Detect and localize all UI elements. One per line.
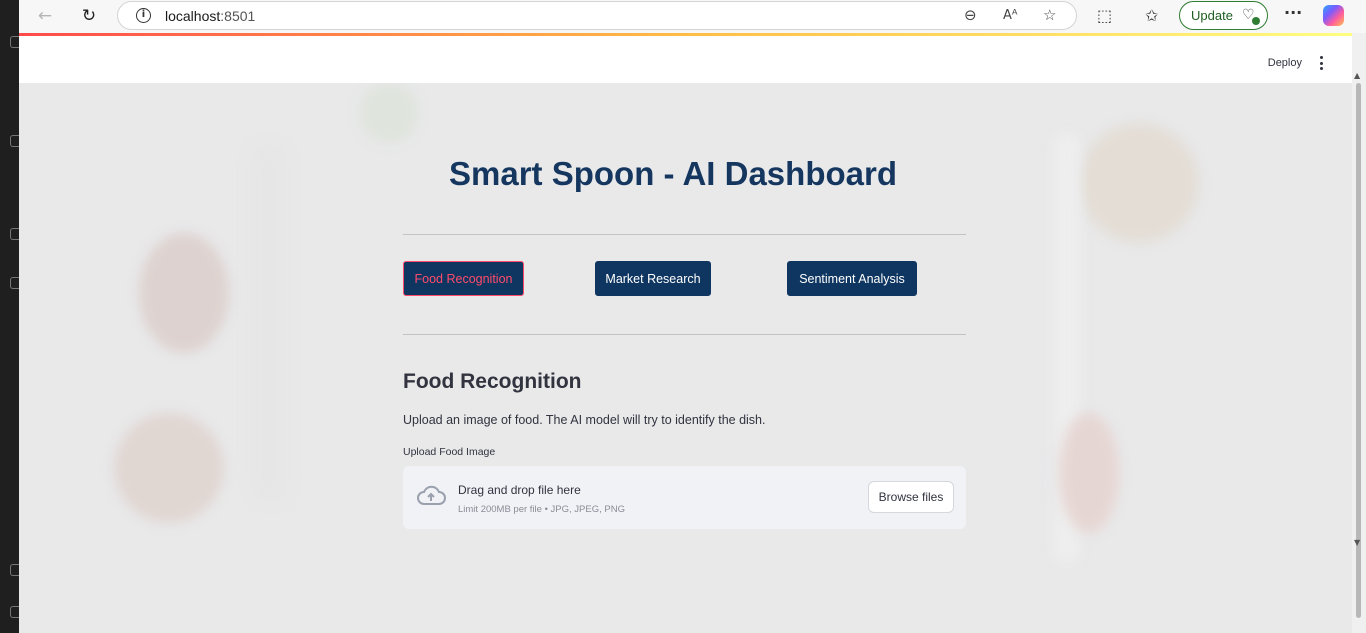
zoom-out-icon[interactable]: ⊖ (964, 6, 977, 24)
scroll-up-icon[interactable]: ▲ (1354, 71, 1360, 80)
dropzone-limit-text: Limit 200MB per file • JPG, JPEG, PNG (458, 504, 625, 515)
url-text: localhost:8501 (165, 8, 256, 24)
favorites-icon[interactable]: ✩ (1145, 6, 1158, 25)
main-menu-icon[interactable] (1314, 56, 1328, 70)
cloud-upload-icon (417, 485, 446, 505)
uploader-label: Upload Food Image (403, 446, 496, 458)
os-glyph (10, 606, 19, 618)
copilot-icon[interactable] (1323, 5, 1344, 26)
browse-files-button[interactable]: Browse files (868, 481, 954, 513)
section-title: Food Recognition (403, 370, 582, 393)
tab-market-research[interactable]: Market Research (595, 261, 711, 296)
reload-button[interactable]: ↻ (75, 3, 103, 29)
os-glyph (10, 277, 19, 289)
update-label: Update (1191, 8, 1233, 23)
divider (403, 234, 966, 235)
divider (403, 334, 966, 335)
tab-food-recognition[interactable]: Food Recognition (403, 261, 524, 296)
os-glyph (10, 228, 19, 240)
os-glyph (10, 36, 19, 48)
deploy-button[interactable]: Deploy (1268, 57, 1302, 69)
address-bar[interactable]: i localhost:8501 ⊖ Aᴬ ☆ (117, 1, 1077, 30)
app-container: Deploy Smart Spoon - AI Dashboard Food R… (19, 33, 1352, 633)
os-side-strip (0, 0, 19, 633)
os-glyph (10, 564, 19, 576)
star-icon[interactable]: ☆ (1043, 6, 1056, 24)
file-dropzone[interactable]: Drag and drop file here Limit 200MB per … (403, 466, 966, 529)
app-header: Deploy (19, 36, 1352, 83)
read-aloud-icon[interactable]: Aᴬ (1003, 8, 1018, 23)
section-description: Upload an image of food. The AI model wi… (403, 413, 766, 427)
arrow-left-icon: ← (37, 6, 53, 26)
scroll-down-icon[interactable]: ▼ (1354, 538, 1360, 547)
page-title: Smart Spoon - AI Dashboard (449, 155, 897, 192)
dropzone-text: Drag and drop file here (458, 483, 581, 497)
os-glyph (10, 135, 19, 147)
tab-sentiment-analysis[interactable]: Sentiment Analysis (787, 261, 917, 296)
page-scrollbar[interactable]: ▲ ▼ (1352, 33, 1366, 633)
more-menu-button[interactable]: ··· (1284, 3, 1302, 22)
reload-icon: ↻ (81, 6, 97, 26)
update-button[interactable]: Update ♡ (1179, 1, 1268, 30)
back-button[interactable]: ← (31, 3, 59, 29)
browser-toolbar: ← ↻ i localhost:8501 ⊖ Aᴬ ☆ ⬚ ✩ Update ♡… (19, 0, 1366, 33)
puzzle-icon[interactable]: ⬚ (1097, 6, 1112, 25)
info-icon[interactable]: i (136, 8, 151, 23)
update-dot (1252, 17, 1260, 25)
